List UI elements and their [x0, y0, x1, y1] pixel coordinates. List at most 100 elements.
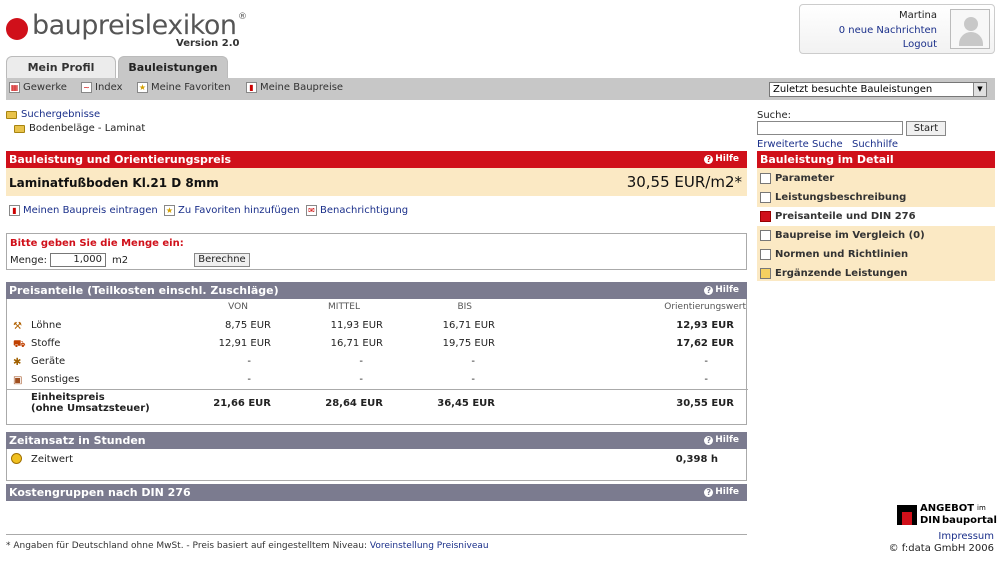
folder-icon — [760, 268, 771, 279]
help-link[interactable]: ? Hilfe — [704, 484, 739, 501]
chevron-down-icon[interactable]: ▼ — [973, 83, 986, 96]
calculate-button[interactable]: Berechne — [194, 253, 250, 267]
section-header-kostengruppen: Kostengruppen nach DIN 276 ? Hilfe — [6, 484, 747, 501]
search-input[interactable] — [757, 121, 903, 135]
price-level-link[interactable]: Voreinstellung Preisniveau — [370, 541, 489, 551]
action-label[interactable]: Benachrichtigung — [320, 205, 408, 216]
add-favorite-action[interactable]: ★ Zu Favoriten hinzufügen — [164, 205, 300, 216]
avatar[interactable] — [950, 9, 990, 49]
nav-item-index[interactable]: ~ Index — [81, 82, 123, 93]
search-label: Suche: — [757, 110, 792, 121]
tab-bauleistungen[interactable]: Bauleistungen — [118, 56, 228, 78]
tools-icon: ✱ — [13, 357, 22, 368]
din-logo-icon — [897, 505, 917, 525]
footer-note: * Angaben für Deutschland ohne MwSt. - P… — [6, 534, 747, 551]
chart-icon: ▮ — [9, 205, 20, 216]
angebot-im-din-bauportal-logo[interactable]: ANGEBOT im DIN bauportal — [897, 503, 997, 527]
breadcrumb-link[interactable]: Suchergebnisse — [21, 109, 100, 120]
worker-icon: ⚒ — [13, 321, 22, 332]
chart-icon: ▮ — [246, 82, 257, 93]
nav-item-baupreise[interactable]: ▮ Meine Baupreise — [246, 82, 343, 93]
sidebar-item-baupreise-vergleich[interactable]: Baupreise im Vergleich (0) — [757, 226, 995, 245]
table-row: ⛟ Stoffe 12,91 EUR 16,71 EUR 19,75 EUR 1… — [13, 338, 734, 350]
index-icon: ~ — [81, 82, 92, 93]
total-row: Einheitspreis (ohne Umsatzsteuer) 21,66 … — [7, 389, 748, 423]
zeitwert-value: 0,398 h — [675, 454, 718, 465]
table-row: ⚒ Löhne 8,75 EUR 11,93 EUR 16,71 EUR 12,… — [13, 320, 734, 332]
section-header-bauleistung: Bauleistung und Orientierungspreis ? Hilf… — [6, 151, 747, 168]
col-mittel: MITTEL — [328, 302, 360, 312]
brand-version: Version 2.0 — [176, 38, 240, 49]
nav-label: Index — [95, 82, 123, 93]
brand-logo[interactable]: baupreislexikon ® Version 2.0 — [6, 10, 256, 50]
nav-item-favoriten[interactable]: ★ Meine Favoriten — [137, 82, 231, 93]
table-header-row: VON MITTEL BIS Orientierungswert — [7, 299, 748, 317]
help-icon: ? — [704, 155, 714, 164]
table-row: ✱ Geräte - - - - — [13, 356, 708, 368]
item-price: 30,55 EUR/m2* — [626, 173, 742, 191]
help-link[interactable]: ? Hilfe — [704, 151, 739, 168]
avatar-head-icon — [964, 17, 978, 31]
sidebar-item-parameter[interactable]: Parameter — [757, 169, 995, 188]
star-icon: ★ — [164, 205, 175, 216]
brand-registered-mark: ® — [238, 12, 247, 22]
advanced-search-link[interactable]: Erweiterte Suche — [757, 139, 843, 150]
section-title: Zeitansatz in Stunden — [9, 434, 146, 447]
search-help-link[interactable]: Suchhilfe — [852, 139, 898, 150]
notify-action[interactable]: ✉ Benachrichtigung — [306, 205, 408, 216]
logout-link[interactable]: Logout — [903, 39, 937, 50]
breadcrumb-current: Bodenbeläge - Laminat — [29, 123, 146, 134]
sidebar-item-leistungsbeschreibung[interactable]: Leistungsbeschreibung — [757, 188, 995, 207]
nav-label: Gewerke — [23, 82, 67, 93]
nav-label: Meine Baupreise — [260, 82, 344, 93]
nav-item-gewerke[interactable]: ▦ Gewerke — [9, 82, 67, 93]
logo-dot — [6, 18, 28, 40]
zeitwert-label: Zeitwert — [31, 454, 74, 465]
document-icon — [760, 192, 771, 203]
tab-mein-profil[interactable]: Mein Profil — [6, 56, 116, 78]
clock-icon — [11, 453, 22, 464]
user-box: Martina 0 neue Nachrichten Logout — [799, 4, 995, 54]
help-icon: ? — [704, 436, 714, 445]
section-title: Kostengruppen nach DIN 276 — [9, 486, 191, 499]
col-bis: BIS — [457, 302, 472, 312]
select-value: Zuletzt besuchte Bauleistungen — [773, 84, 933, 95]
sidebar-item-normen[interactable]: Normen und Richtlinien — [757, 245, 995, 264]
messages-link[interactable]: 0 neue Nachrichten — [839, 25, 937, 36]
chart-icon — [760, 230, 771, 241]
envelope-icon: ✉ — [306, 205, 317, 216]
euro-icon — [760, 211, 771, 222]
quantity-box: Bitte geben Sie die Menge ein: Menge: 1,… — [6, 233, 747, 270]
zeitansatz-box: Zeitwert 0,398 h — [6, 449, 747, 481]
own-price-action[interactable]: ▮ Meinen Baupreis eintragen — [9, 205, 158, 216]
footer-text: * Angaben für Deutschland ohne MwSt. - P… — [6, 541, 367, 551]
help-link[interactable]: ? Hilfe — [704, 282, 739, 299]
col-von: VON — [228, 302, 248, 312]
nav-label: Meine Favoriten — [151, 82, 231, 93]
section-header-preisanteile: Preisanteile (Teilkosten einschl. Zuschl… — [6, 282, 747, 299]
quantity-prompt: Bitte geben Sie die Menge ein: — [10, 238, 184, 249]
quantity-input[interactable]: 1,000 — [50, 253, 106, 267]
section-title: Bauleistung und Orientierungspreis — [9, 153, 232, 166]
recent-items-select[interactable]: Zuletzt besuchte Bauleistungen ▼ — [769, 82, 987, 97]
help-icon: ? — [704, 286, 714, 295]
preisanteile-table: VON MITTEL BIS Orientierungswert ⚒ Löhne… — [6, 299, 748, 425]
item-price-row: Laminatfußboden Kl.21 D 8mm 30,55 EUR/m2… — [6, 168, 747, 196]
help-link[interactable]: ? Hilfe — [704, 432, 739, 449]
search-start-button[interactable]: Start — [906, 121, 946, 136]
action-label[interactable]: Zu Favoriten hinzufügen — [178, 205, 300, 216]
col-orientierungswert: Orientierungswert — [664, 302, 746, 312]
grid-icon: ▦ — [9, 82, 20, 93]
sidebar-item-ergaenzende[interactable]: Ergänzende Leistungen — [757, 264, 995, 283]
nav-bar: ▦ Gewerke ~ Index ★ Meine Favoriten ▮ Meine … — [6, 78, 995, 100]
avatar-body-icon — [959, 32, 983, 46]
user-name: Martina — [898, 10, 937, 21]
action-label[interactable]: Meinen Baupreis eintragen — [23, 205, 158, 216]
truck-icon: ⛟ — [13, 339, 26, 350]
table-row: ▣ Sonstiges - - - - — [13, 374, 708, 386]
breadcrumb-level1[interactable]: Suchergebnisse — [6, 109, 100, 120]
impressum-link[interactable]: Impressum — [938, 531, 994, 542]
quantity-unit: m2 — [112, 255, 129, 266]
sidebar-item-preisanteile[interactable]: Preisanteile und DIN 276 — [757, 207, 995, 226]
quantity-label: Menge: — [10, 255, 47, 266]
